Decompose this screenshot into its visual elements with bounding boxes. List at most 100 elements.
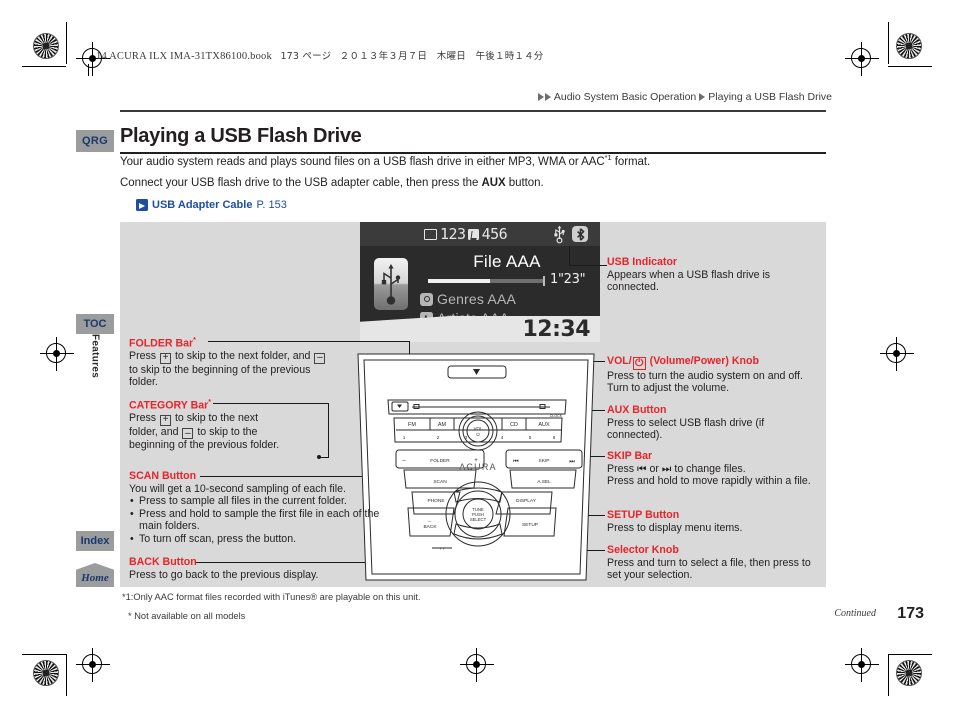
print-file-name: 14 ACURA ILX IMA-31TX86100.book [96,51,272,62]
print-file-header: 14 ACURA ILX IMA-31TX86100.book 173 ページ … [96,48,544,62]
skip-previous-icon: ⏮ [637,462,647,475]
cross-reference-page: P. 153 [256,199,287,211]
skip-previous-icon: ⏮ [513,459,519,465]
crop-line-bottom-left-v [66,654,67,696]
intro-p2-pre: Connect your USB flash drive to the USB … [120,177,482,189]
screen-folder-number: 123 [440,225,466,243]
page-title: Playing a USB Flash Drive [120,125,362,147]
sidebar-item-qrg-label: QRG [82,135,108,147]
unit-label-cd: CD [510,422,518,428]
annotation-setup-button: SETUP Button Press to display menu items… [607,509,807,534]
leader-category-h2 [319,457,329,458]
continued-label: Continued [834,608,876,619]
annotation-category-bar: CATEGORY Bar* Press + to skip to the nex… [129,397,281,452]
unit-preset-1: 1 [403,435,406,440]
list-item: To turn off scan, press the button. [130,533,393,546]
unit-label-clock: CLOCK [550,414,563,418]
sidebar-item-features-label: Features [89,334,101,379]
print-page-label: 173 ページ [280,51,332,62]
screen-track-number: 456 [481,225,508,243]
skip-next-icon: ⏭ [569,459,575,465]
unit-label-select: SELECT [470,517,487,522]
annotation-skip-body-1: Press ⏮ or ⏭ to change files. [607,462,746,475]
annotation-folder-bar: FOLDER Bar* Press + to skip to the next … [129,335,337,389]
crop-line-top-right-h [888,66,932,67]
breadcrumb-arrow-icon-2 [544,93,551,101]
crop-line-top-left-v [66,22,67,64]
page-number: 173 [897,605,924,622]
audio-display-screen: 123 456 File AAA 1"23" Genres AAA 12:34 [360,222,600,342]
screen-file-name: File AAA [473,252,541,271]
sidebar-item-index[interactable]: Index [76,531,114,551]
registration-mark-bottom-center [460,648,494,682]
leader-usb-indicator-h [569,265,607,266]
annotation-folder-bar-body: Press + to skip to the next folder, and … [129,350,337,389]
intro-paragraph-1: Your audio system reads and plays sound … [120,153,650,168]
footnote-2: * Not available on all models [128,611,246,621]
sidebar-item-index-label: Index [80,535,110,547]
page-border-top [88,64,89,76]
leader-usb-indicator-v [569,246,570,266]
minus-key-icon: – [314,352,326,364]
crop-line-top-left-h [22,66,66,67]
usb-flash-drive-icon [374,258,408,310]
sidebar-item-home-label: Home [81,572,109,584]
breadcrumb: Audio System Basic Operation Playing a U… [537,91,832,103]
sidebar-item-features[interactable]: Features [76,334,114,394]
annotation-skip-bar: SKIP Bar Press ⏮ or ⏭ to change files. P… [607,450,822,488]
annotation-scan-bullets: Press to sample all files in the current… [129,495,393,545]
breadcrumb-arrow-icon-1 [537,93,544,101]
annotation-aux-body: Press to select USB flash drive (if conn… [607,416,765,442]
jump-arrow-icon [136,199,148,211]
annotation-category-bar-heading: CATEGORY Bar* [129,399,212,412]
screen-genre-row: Genres AAA [420,291,516,307]
sidebar-item-home[interactable]: Home [76,563,114,587]
breadcrumb-parent[interactable]: Audio System Basic Operation [554,91,696,103]
annotation-skip-body-2: Press and hold to move rapidly within a … [607,475,811,488]
screen-progress-endcap [543,276,545,286]
breadcrumb-arrow-icon-3 [699,93,706,101]
intro-p1-tail: format. [611,155,651,168]
intro-p2-aux-bold: AUX [481,177,506,189]
annotation-back-heading: BACK Button [129,556,197,568]
unit-label-vol: VOL [474,426,483,431]
power-icon: ⏻ [632,356,646,370]
unit-nav-chevrons: ‹ › [440,546,445,552]
unit-preset-2: 2 [437,435,440,440]
unit-preset-3: 3 [465,435,468,440]
annotation-back-body: Press to go back to the previous display… [129,568,319,581]
cross-reference-label: USB Adapter Cable [152,199,253,211]
unit-label-setup: SETUP [522,522,538,528]
registration-mark-tr [845,42,879,76]
unit-label-display: DISPLAY [516,498,537,504]
annotation-category-bar-body: Press + to skip to the next folder, and … [129,412,280,452]
sidebar-item-toc-label: TOC [83,318,107,330]
unit-label-fm: FM [408,422,416,428]
screen-progress-fill [428,279,491,283]
unit-brand-acura: ACURA [459,462,497,472]
unit-label-skip: SKIP [539,458,550,464]
unit-preset-5: 5 [529,435,532,440]
registration-mark-left [40,337,74,371]
screen-clock: 12:34 [522,317,590,342]
list-item: Press to sample all files in the current… [130,495,393,508]
crop-line-bottom-left-h [22,654,66,655]
plus-key-icon: + [160,352,172,364]
annotation-selector-body: Press and turn to select a file, then pr… [607,556,811,582]
unit-label-back: BACK [423,524,437,530]
annotation-usb-indicator: USB Indicator Appears when a USB flash d… [607,256,813,294]
list-item: Press and hold to sample the first file … [130,508,393,533]
plus-key-icon: + [160,414,172,426]
sidebar-item-toc[interactable]: TOC [76,314,114,334]
registration-rosette-top-left [33,33,59,59]
footnote-1: *1:Only AAC format files recorded with i… [122,592,421,602]
unit-preset-6: 6 [553,435,556,440]
print-date-label: ２０１３年３月７日 木曜日 午後１時１４分 [339,51,544,62]
breadcrumb-current: Playing a USB Flash Drive [708,91,832,103]
registration-mark-br [845,648,879,682]
unit-power-icon: ⏻ [476,432,480,437]
sidebar-item-qrg[interactable]: QRG [76,130,114,152]
registration-mark-right [880,337,914,371]
crop-line-bottom-right-v [888,654,889,696]
cross-reference-link[interactable]: USB Adapter Cable P. 153 [136,199,287,211]
